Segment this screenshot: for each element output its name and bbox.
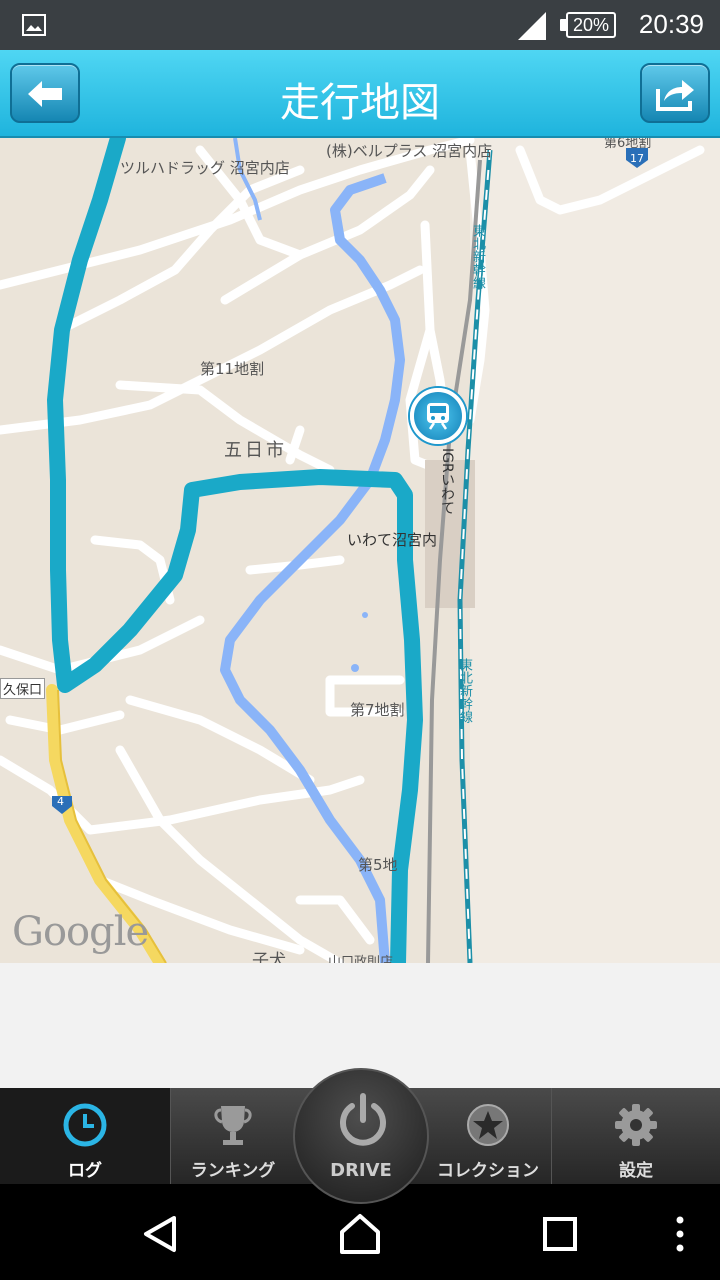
tab-settings-label: 設定 bbox=[619, 1161, 653, 1181]
triangle-back-icon[interactable] bbox=[140, 1214, 180, 1254]
map-label-district11: 第11地割 bbox=[200, 360, 265, 378]
pond-2 bbox=[362, 612, 368, 618]
map-label-route17: 17 bbox=[630, 152, 644, 165]
tab-ranking-label: ランキング bbox=[190, 1161, 276, 1181]
title-bar: 走行地図 bbox=[0, 50, 720, 138]
dots-menu-icon[interactable] bbox=[672, 1214, 688, 1254]
map-label-yamaguchi: 山口政則店 bbox=[328, 955, 394, 963]
image-notification-icon bbox=[22, 14, 46, 36]
battery-indicator: 20% bbox=[566, 12, 616, 38]
home-icon[interactable] bbox=[338, 1212, 382, 1256]
gear-icon bbox=[615, 1104, 657, 1146]
map-label-kubo: 久保口 bbox=[0, 678, 46, 699]
map-label-igr-line: IGRいわて bbox=[439, 448, 455, 515]
map-canvas bbox=[0, 138, 720, 963]
map-label-district5: 第5地 bbox=[358, 856, 398, 874]
map-label-shinkansen-bottom: 東北新幹線 bbox=[457, 658, 472, 723]
square-recents-icon[interactable] bbox=[542, 1216, 578, 1252]
map-label-itsukaichi: 五日市 bbox=[224, 440, 287, 461]
map-label-shinkansen-top: 東北新幹線 bbox=[470, 224, 485, 289]
star-icon bbox=[467, 1104, 509, 1146]
map-label-route4: 4 bbox=[57, 795, 64, 808]
map-label-koinu: 子犬 bbox=[252, 951, 286, 963]
drive-button-label: DRIVE bbox=[330, 1160, 392, 1181]
map-label-district7: 第7地割 bbox=[350, 701, 405, 719]
train-icon bbox=[427, 403, 449, 430]
share-button[interactable] bbox=[640, 63, 710, 123]
share-arrow-icon bbox=[656, 80, 694, 111]
tab-ranking[interactable]: ランキング bbox=[170, 1088, 295, 1184]
drive-button[interactable]: DRIVE bbox=[293, 1068, 429, 1204]
power-icon bbox=[340, 1093, 386, 1146]
page-title: 走行地図 bbox=[280, 80, 440, 126]
google-logo: Google bbox=[12, 909, 149, 955]
map-label-bellplus: (株)ベルプラス 沼宮内店 bbox=[326, 142, 493, 160]
map-label-district6: 第6地割 bbox=[604, 138, 652, 151]
status-bar: 20% 20:39 bbox=[0, 0, 720, 50]
signal-icon bbox=[518, 12, 546, 40]
map-label-drugstore: ツルハドラッグ 沼宮内店 bbox=[120, 159, 290, 177]
clock-icon bbox=[63, 1103, 107, 1147]
tab-log[interactable]: ログ bbox=[0, 1088, 170, 1184]
route-map[interactable]: ツルハドラッグ 沼宮内店 (株)ベルプラス 沼宮内店 第6地割 17 東北新幹線… bbox=[0, 138, 720, 963]
clock-time: 20:39 bbox=[638, 9, 704, 39]
tab-log-label: ログ bbox=[68, 1161, 102, 1181]
station-marker[interactable] bbox=[410, 388, 466, 444]
trophy-icon bbox=[214, 1106, 252, 1145]
land-area-east bbox=[470, 138, 720, 963]
tab-collection-label: コレクション bbox=[437, 1161, 539, 1181]
tab-collection[interactable]: コレクション bbox=[425, 1088, 551, 1184]
tab-settings[interactable]: 設定 bbox=[551, 1088, 720, 1184]
pond bbox=[351, 664, 359, 672]
map-label-station: いわて沼宮内 bbox=[347, 531, 438, 549]
